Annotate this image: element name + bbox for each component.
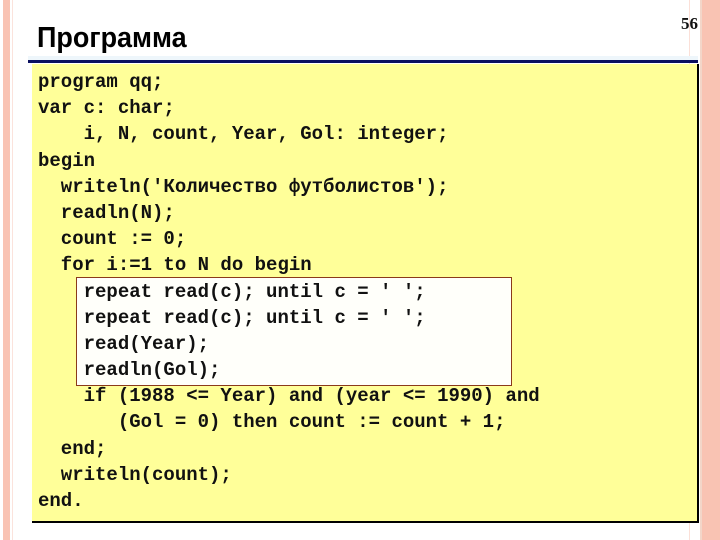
code-line-highlighted: read(Year); <box>38 332 210 355</box>
code-line-highlighted: repeat read(c); until c = ' '; <box>38 306 426 329</box>
code-listing: program qq; var c: char; i, N, count, Yea… <box>38 69 540 514</box>
code-line: writeln('Количество футболистов'); <box>38 175 449 198</box>
code-line: program qq; <box>38 71 164 93</box>
slide: 56 Программа program qq; var c: char; i, … <box>0 0 720 540</box>
code-line: begin <box>38 149 96 172</box>
right-decorative-stripe <box>702 0 720 540</box>
left-decorative-line <box>12 0 13 540</box>
code-line: count := 0; <box>38 228 187 251</box>
left-decorative-stripe <box>3 0 10 540</box>
code-line: if (1988 <= Year) and (year <= 1990) and <box>38 385 540 408</box>
code-line-highlighted: readln(Gol); <box>38 359 221 382</box>
code-line: (Gol = 0) then count := count + 1; <box>38 411 506 434</box>
code-line: writeln(count); <box>38 463 232 486</box>
slide-title: Программа <box>37 22 187 54</box>
code-line-highlighted: repeat read(c); until c = ' '; <box>38 280 426 303</box>
code-line: for i:=1 to N do begin <box>38 254 312 277</box>
page-number: 56 <box>681 14 698 33</box>
code-line: readln(N); <box>38 201 175 224</box>
code-line: i, N, count, Year, Gol: integer; <box>38 123 449 146</box>
title-rule <box>28 60 698 63</box>
code-line: end; <box>38 437 107 460</box>
code-line: var c: char; <box>38 97 175 120</box>
code-line: end. <box>38 490 84 512</box>
